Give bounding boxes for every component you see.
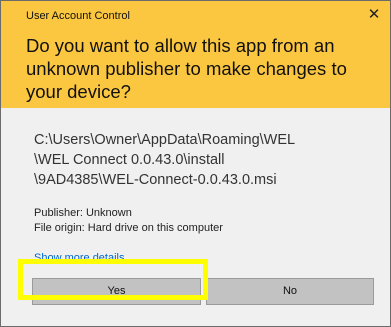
no-button[interactable]: No [206, 278, 374, 305]
file-origin-text: File origin: Hard drive on this computer [34, 222, 223, 234]
uac-dialog: User Account Control ✕ Do you want to al… [0, 0, 391, 327]
program-path-line: \9AD4385\WEL-Connect-0.0.43.0.msi [34, 172, 277, 188]
program-path: C:\Users\Owner\AppData\Roaming\WEL \WEL … [34, 130, 379, 190]
uac-body: C:\Users\Owner\AppData\Roaming\WEL \WEL … [1, 108, 390, 326]
uac-question: Do you want to allow this app from an un… [26, 35, 347, 102]
publisher-text: Publisher: Unknown [34, 207, 132, 219]
yes-button[interactable]: Yes [32, 278, 201, 305]
program-path-line: \WEL Connect 0.0.43.0\install [34, 152, 225, 168]
program-info: Publisher: Unknown File origin: Hard dri… [34, 206, 223, 236]
program-path-line: C:\Users\Owner\AppData\Roaming\WEL [34, 132, 296, 148]
window-title: User Account Control [26, 10, 130, 22]
show-more-details-link[interactable]: Show more details [34, 252, 125, 264]
uac-header: User Account Control ✕ Do you want to al… [1, 1, 390, 108]
close-icon[interactable]: ✕ [364, 5, 384, 25]
